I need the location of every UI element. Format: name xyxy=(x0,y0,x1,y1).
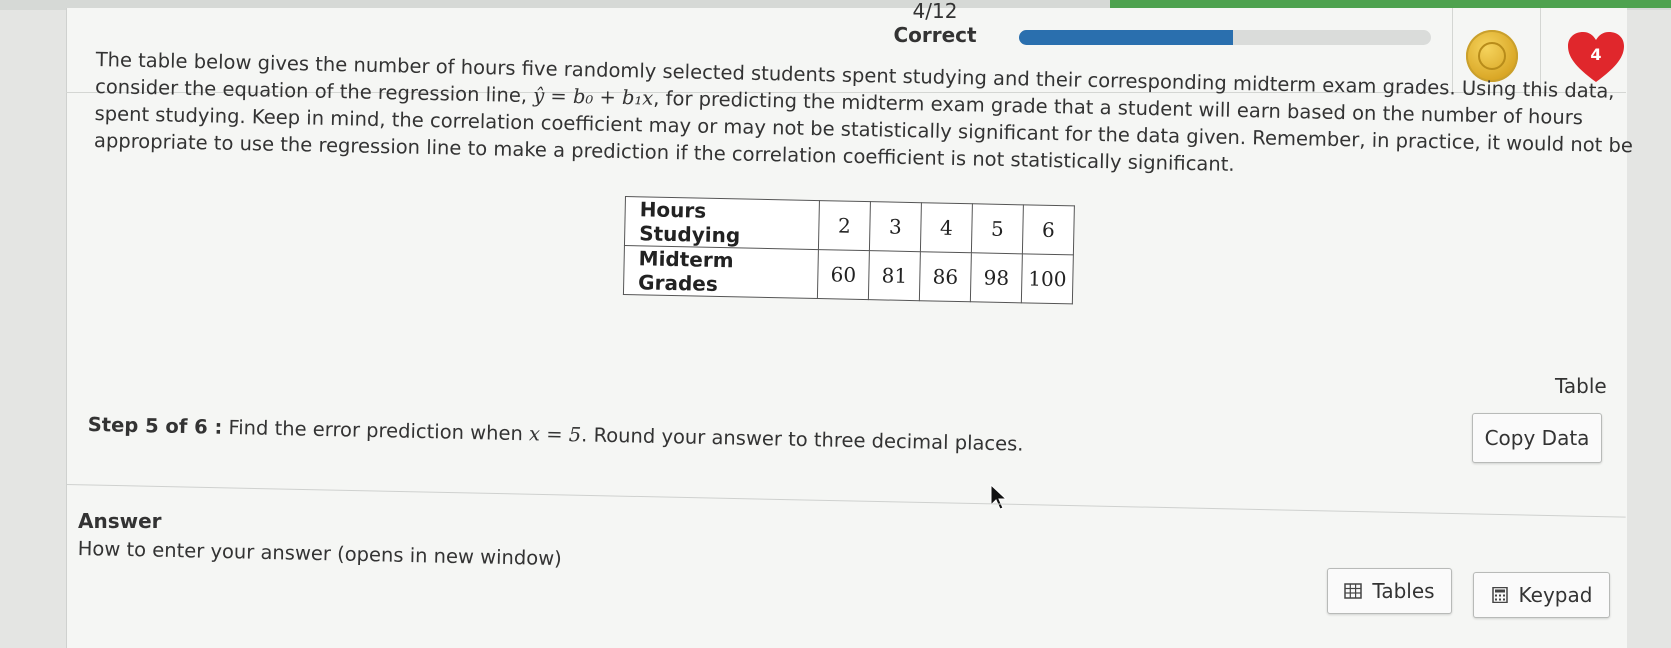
row-header: Midterm Grades xyxy=(623,245,819,299)
table-cell: 4 xyxy=(920,202,973,253)
table-cell: 6 xyxy=(1022,204,1075,255)
keypad-button[interactable]: Keypad xyxy=(1473,572,1610,618)
calculator-icon xyxy=(1491,587,1508,603)
coin-ring xyxy=(1478,42,1506,70)
table-cell: 2 xyxy=(818,200,871,251)
table-cell: 81 xyxy=(868,250,921,301)
answer-heading: Answer xyxy=(78,509,162,533)
table-cell: 98 xyxy=(970,252,1023,303)
top-green-band xyxy=(1110,0,1671,8)
data-table: Hours Studying 2 3 4 5 6 Midterm Grades … xyxy=(622,196,1075,305)
table-grid-icon xyxy=(1344,583,1363,599)
table-cell: 100 xyxy=(1021,253,1074,304)
progress-bar-fill xyxy=(1019,30,1234,45)
progress-count: 4/12 xyxy=(912,0,958,23)
table-label: Table xyxy=(1555,374,1607,398)
table-cell: 60 xyxy=(817,249,870,300)
progress-bar xyxy=(1019,30,1431,45)
table-row: Midterm Grades 60 81 86 98 100 xyxy=(623,245,1074,304)
tables-button-label: Tables xyxy=(1372,579,1435,603)
mouse-cursor-icon xyxy=(990,484,1008,510)
progress-status: Correct xyxy=(893,23,977,47)
table-cell: 3 xyxy=(869,201,922,252)
table-row: Hours Studying 2 3 4 5 6 xyxy=(624,196,1075,255)
heart-count: 4 xyxy=(1590,45,1601,64)
row-header: Hours Studying xyxy=(624,196,820,250)
table-cell: 5 xyxy=(971,203,1024,254)
progress-indicator: 4/12 Correct xyxy=(880,0,990,48)
table-cell: 86 xyxy=(919,251,972,302)
step-label: Step 5 of 6 : xyxy=(87,413,223,439)
tables-button[interactable]: Tables xyxy=(1327,568,1452,614)
regression-equation: ŷ = b₀ + b₁x xyxy=(532,84,654,110)
step-math: x = 5 xyxy=(528,422,582,447)
keypad-button-label: Keypad xyxy=(1518,583,1593,607)
copy-data-button[interactable]: Copy Data xyxy=(1472,413,1602,463)
